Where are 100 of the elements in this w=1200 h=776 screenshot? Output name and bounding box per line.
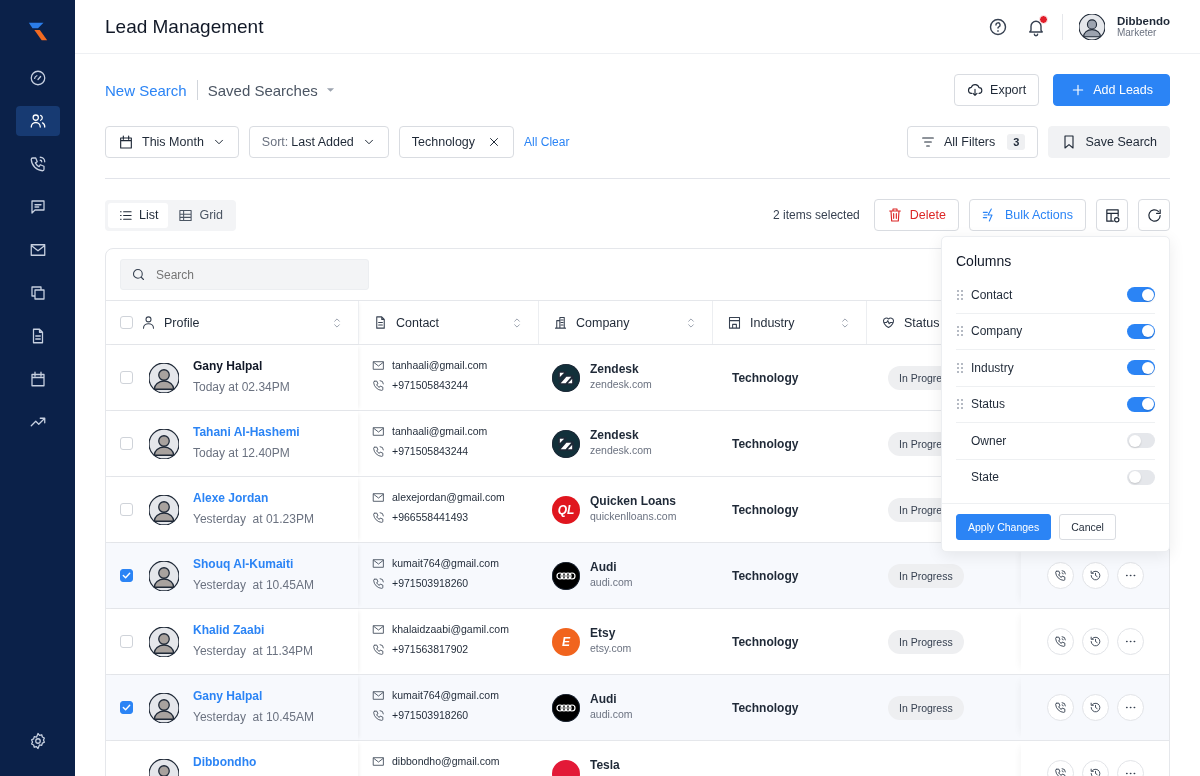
history-button[interactable] [1081, 628, 1109, 655]
phone-text: +971505843244 [392, 445, 469, 457]
toggle-switch[interactable] [1127, 396, 1155, 412]
lead-name[interactable]: Tahani Al-Hashemi [193, 424, 300, 439]
user-name: Dibbendo [1116, 15, 1170, 27]
all-filters-button[interactable]: All Filters 3 [906, 126, 1039, 158]
column-settings-button[interactable] [1096, 199, 1128, 231]
users-icon [28, 112, 47, 130]
drag-handle-icon[interactable] [956, 325, 964, 338]
company-name: Etsy [590, 625, 617, 640]
clock-icon [1088, 701, 1102, 714]
company-logo: E [552, 627, 580, 656]
checkbox[interactable] [120, 701, 133, 714]
add-leads-button[interactable]: Add Leads [1053, 74, 1170, 106]
document-icon [373, 315, 388, 330]
export-button[interactable]: Export [954, 74, 1040, 106]
toggle-switch[interactable] [1127, 433, 1155, 449]
industry-text: Technology [731, 370, 799, 385]
lead-name[interactable]: Alexe Jordan [193, 490, 314, 505]
save-search-button[interactable]: Save Search [1048, 126, 1170, 158]
phone-icon [372, 576, 385, 590]
trash-icon [886, 207, 903, 223]
lead-name[interactable]: Dibbondho [193, 754, 257, 769]
store-icon [727, 315, 742, 330]
drag-handle-icon[interactable] [956, 361, 964, 374]
company-domain: quickenlloans.com [590, 509, 677, 522]
phone-icon [372, 378, 385, 392]
email-text: kumait764@gmail.com [392, 557, 499, 569]
search-tab[interactable]: New Search [105, 81, 187, 99]
status-pill: In Progress [888, 695, 964, 720]
clock-icon [1088, 767, 1102, 776]
column-header[interactable]: Industry [750, 315, 830, 330]
calendar-icon [118, 134, 134, 150]
call-button[interactable] [1046, 694, 1074, 721]
industry-text: Technology [731, 502, 799, 517]
call-button[interactable] [1046, 562, 1074, 589]
phone-icon [372, 708, 385, 722]
delete-button[interactable]: Delete [873, 199, 959, 231]
clear-link[interactable]: All Clear [524, 135, 570, 149]
phone-text: +966558441493 [392, 511, 469, 523]
toggle-switch[interactable] [1127, 287, 1155, 303]
avatar [149, 428, 179, 459]
search-tab[interactable]: Saved Searches [207, 81, 335, 99]
page-title: Lead Management [105, 15, 265, 38]
column-option: Contact [971, 287, 1120, 302]
history-button[interactable] [1081, 694, 1109, 721]
phone-icon [372, 444, 385, 458]
search-input[interactable]: Search [154, 259, 358, 290]
company-name: Audi [590, 559, 618, 574]
toggle-switch[interactable] [1127, 323, 1155, 339]
grid-icon [178, 207, 194, 223]
drag-handle-icon[interactable] [956, 288, 964, 301]
column-option: Industry [971, 360, 1120, 375]
mail-icon [28, 241, 47, 259]
company-domain: zendesk.com [590, 443, 652, 456]
user-avatar[interactable] [1078, 13, 1105, 40]
mail-icon [372, 358, 385, 372]
company-domain: audi.com [590, 707, 633, 720]
toggle-switch[interactable] [1127, 469, 1155, 485]
apply-button[interactable]: Apply Changes [956, 514, 1052, 540]
email-text: khalaidzaabi@gamil.com [392, 623, 509, 635]
column-option: Owner [971, 433, 1120, 448]
industry-text: Technology [731, 700, 799, 715]
lead-time: Yesterday at 11.34PM [193, 643, 314, 658]
email-text: dibbondho@gmail.com [392, 755, 500, 767]
refresh-button[interactable] [1138, 199, 1170, 231]
phone-icon [1053, 701, 1067, 714]
column-option: Status [971, 397, 1120, 412]
email-text: kumait764@gmail.com [392, 689, 499, 701]
company-domain: audi.com [590, 575, 633, 588]
column-option: State [971, 470, 1120, 485]
call-button[interactable] [1046, 628, 1074, 655]
selection-count: 2 items selected [773, 208, 860, 222]
view-tab[interactable]: List [108, 202, 169, 228]
toggle-switch[interactable] [1127, 360, 1155, 376]
checkbox[interactable] [120, 569, 133, 582]
column-header[interactable]: Company [576, 315, 676, 330]
bulk-actions-button[interactable]: Bulk Actions [968, 199, 1086, 231]
history-button[interactable] [1081, 562, 1109, 589]
lead-name: Gany Halpal [193, 358, 264, 373]
search-icon [131, 267, 146, 282]
nav-item[interactable] [15, 106, 60, 136]
help-icon[interactable] [987, 16, 1008, 37]
search-bar[interactable]: Search [120, 259, 369, 290]
refresh-icon [1145, 206, 1163, 224]
cancel-button[interactable]: Cancel [1059, 514, 1116, 540]
avatar [149, 494, 179, 525]
sort-dropdown[interactable]: Sort: Last Added [248, 126, 389, 158]
drag-handle-icon[interactable] [956, 398, 964, 411]
company-name: Audi [590, 691, 618, 706]
date-filter[interactable]: This Month [105, 126, 239, 158]
phone-icon [372, 642, 385, 656]
lead-name[interactable]: Khalid Zaabi [193, 622, 314, 637]
company-name: Zendesk [590, 361, 640, 376]
view-tab[interactable]: Grid [168, 202, 234, 228]
column-header[interactable]: Profile [164, 315, 322, 330]
avatar [149, 362, 179, 393]
column-header[interactable]: Contact [396, 315, 502, 330]
gauge-icon [28, 69, 47, 87]
company-name: Quicken Loans [590, 493, 677, 508]
